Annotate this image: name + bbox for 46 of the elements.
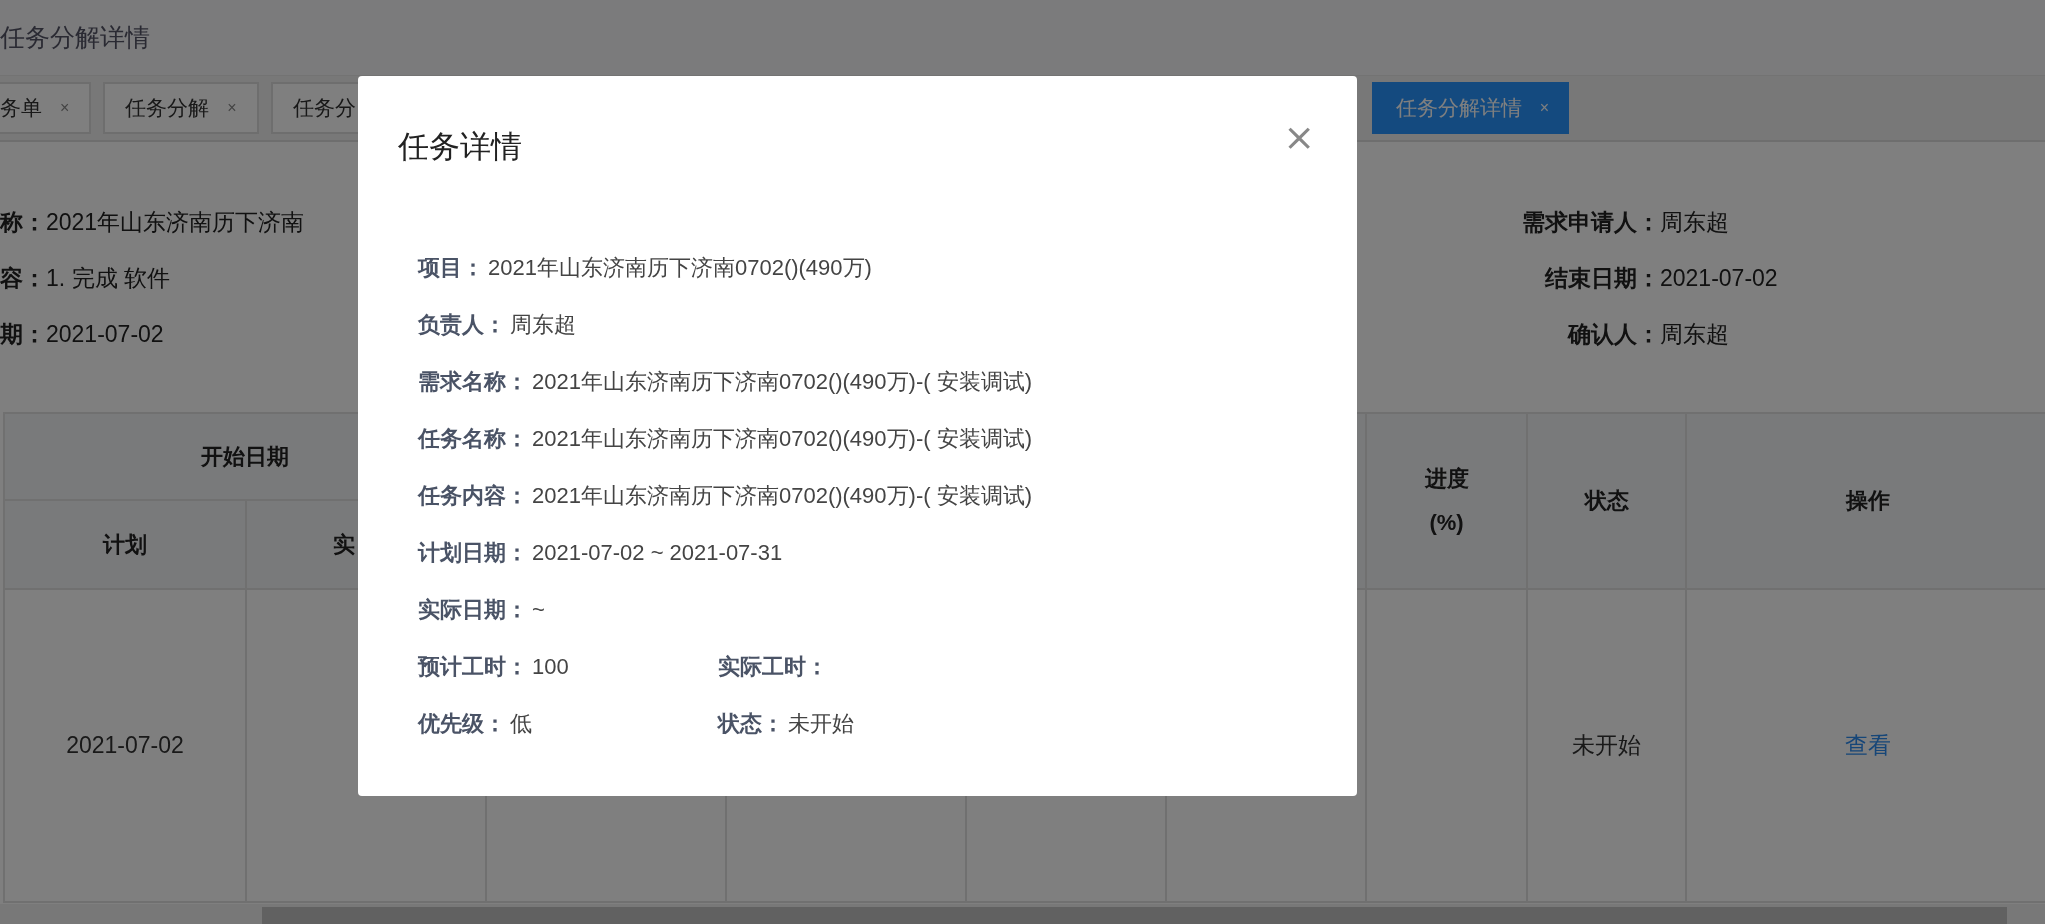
field-value: 100 [532,653,569,680]
field-value: 2021年山东济南历下济南0702()(490万)-( 安装调试) [532,367,1032,396]
tab-close-button[interactable]: × [1539,99,1549,117]
field-label: 称： [0,207,46,237]
scrollbar[interactable] [0,904,2045,924]
field-label: 容： [0,263,46,293]
field-label: 需求申请人： [1521,207,1660,237]
field-value: 2021年山东济南历下济南0702()(490万)-( 安装调试) [532,424,1032,453]
tab[interactable]: 任务分解详情 × [1371,82,1569,134]
field-label: 结束日期： [1544,263,1660,293]
close-button[interactable]: × [1281,118,1317,156]
field-label: 实际日期： [418,595,528,624]
column-header: 状态 [1527,413,1686,589]
column-header: 进度 (%) [1366,413,1527,589]
table-cell: 2021-07-02 [4,589,246,902]
table-cell: 未开始 [1527,589,1686,902]
field-value: 周东超 [510,310,576,339]
field-value: 2021年山东济南历下济南0702()(490万)-( 安装调试) [532,481,1032,510]
field-label: 负责人： [418,310,506,339]
column-header: 操作 [1686,413,2045,589]
field-value: 2021-07-02 ~ 2021-07-31 [532,539,783,566]
field-value: 周东超 [1660,207,1729,237]
view-link[interactable]: 查看 [1844,732,1891,758]
field-value: 未开始 [788,709,854,738]
field-label: 预计工时： [418,652,528,681]
field-value: ~ [532,596,545,623]
field-value: 2021-07-02 [1660,264,1778,292]
field-label: 优先级： [418,709,506,738]
field-label: 期： [0,319,46,349]
field-value: 低 [510,709,532,738]
field-label: 项目： [418,253,484,282]
page-title: 任务分解详情 [0,22,150,53]
field-value: 1. 完成 软件 [46,263,170,293]
tab-close-button[interactable]: × [60,99,70,117]
field-label: 实际工时： [718,652,828,681]
column-header: 计划 [4,500,246,589]
tab-close-button[interactable]: × [227,99,237,117]
field-value: 2021年山东济南历下济南 [46,207,305,237]
tab[interactable]: 务单 × [0,82,92,134]
field-value: 2021年山东济南历下济南0702()(490万) [488,253,872,282]
tab[interactable]: 任务分解 × [103,82,259,134]
field-label: 需求名称： [418,367,528,396]
field-label: 确认人： [1566,319,1660,349]
field-label: 状态： [718,709,784,738]
field-value: 2021-07-02 [46,320,164,348]
field-value: 周东超 [1660,319,1729,349]
